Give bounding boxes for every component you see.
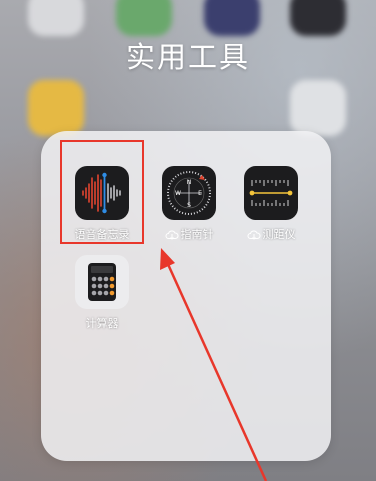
annotation-arrow-icon	[160, 248, 268, 481]
